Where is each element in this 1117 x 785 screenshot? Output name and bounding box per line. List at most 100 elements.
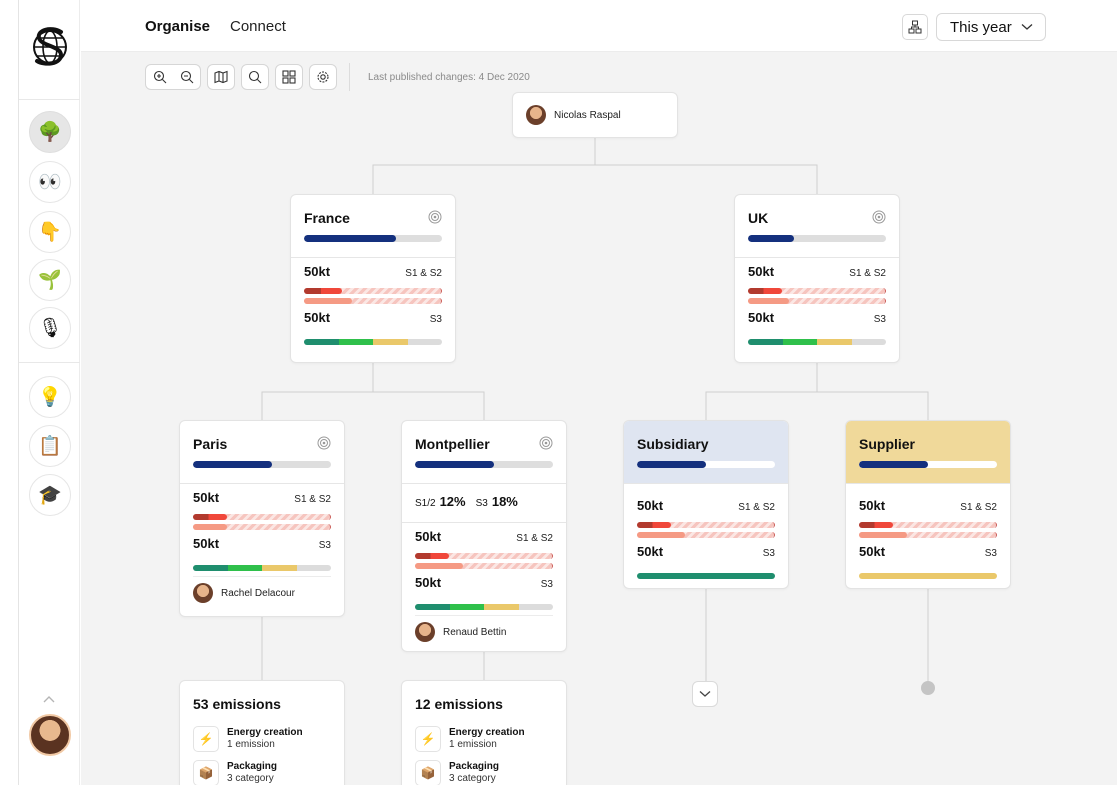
- s12-bar-actual: [748, 288, 886, 294]
- map-button[interactable]: [207, 64, 235, 90]
- ratio-s12-label: S1/2: [415, 498, 436, 509]
- hierarchy-button[interactable]: [902, 14, 928, 40]
- node-title: Supplier: [859, 436, 916, 452]
- progress-fill: [304, 235, 397, 242]
- tab-connect[interactable]: Connect: [230, 18, 286, 35]
- sidebar-pointing-down-icon[interactable]: 👇: [29, 211, 71, 253]
- item-sub: 3 category: [449, 773, 496, 784]
- emissions-summary: 50kt S1 & S2 50kt S3 Rachel Delacour: [180, 484, 344, 603]
- target-icon[interactable]: [539, 436, 553, 450]
- s3-value: 50kt: [859, 544, 886, 559]
- node-owner[interactable]: Rachel Delacour: [193, 577, 331, 603]
- node-card-uk[interactable]: UK 50kt S1 & S2 50kt S3: [734, 194, 900, 363]
- settings-button[interactable]: [309, 64, 337, 90]
- sidebar-clipboard-icon[interactable]: 📋: [29, 425, 71, 467]
- s3-label: S3: [540, 579, 553, 590]
- target-icon[interactable]: [317, 436, 331, 450]
- zoom-out-button[interactable]: [173, 65, 200, 89]
- sidebar: 🌳 👀 👇 🌱 🎙 💡 📋 🎓: [18, 0, 80, 785]
- user-avatar[interactable]: [29, 714, 71, 756]
- s12-value: 50kt: [748, 264, 775, 279]
- list-item[interactable]: ⚡ Energy creation 1 emission: [180, 722, 344, 756]
- sidebar-divider: [19, 99, 80, 100]
- card-header: Subsidiary: [624, 421, 788, 483]
- node-owner[interactable]: Renaud Bettin: [415, 616, 553, 642]
- ratio-s3-value: 18%: [491, 494, 518, 509]
- progress-fill: [748, 235, 794, 242]
- s3-value: 50kt: [415, 575, 442, 590]
- zoom-in-icon: [153, 70, 166, 84]
- globe-s-logo[interactable]: [31, 24, 69, 70]
- s12-value: 50kt: [415, 529, 442, 544]
- org-canvas[interactable]: Last published changes: 4 Dec 2020 Nicol…: [81, 52, 1117, 785]
- person-name: Nicolas Raspal: [554, 109, 621, 121]
- map-icon: [214, 70, 228, 84]
- node-title: France: [304, 210, 350, 226]
- s12-label: S1 & S2: [294, 494, 331, 505]
- sidebar-light-bulb-icon[interactable]: 💡: [29, 376, 71, 418]
- package-icon: 📦: [415, 760, 441, 785]
- expand-children-button[interactable]: [692, 681, 718, 707]
- lightning-icon: ⚡: [415, 726, 441, 752]
- list-item[interactable]: 📦 Packaging 3 category: [180, 756, 344, 785]
- list-item[interactable]: ⚡ Energy creation 1 emission: [402, 722, 566, 756]
- search-button[interactable]: [241, 64, 269, 90]
- sidebar-microphone-icon[interactable]: 🎙: [29, 307, 71, 349]
- s3-label: S3: [429, 314, 442, 325]
- sidebar-seedling-icon[interactable]: 🌱: [29, 259, 71, 301]
- zoom-controls: [145, 64, 201, 90]
- s12-label: S1 & S2: [738, 502, 775, 513]
- progress-bar: [859, 461, 997, 468]
- node-card-supplier[interactable]: Supplier 50kt S1 & S2 50kt S3: [845, 420, 1011, 589]
- chevron-down-icon: [1021, 24, 1033, 30]
- node-card-subsidiary[interactable]: Subsidiary 50kt S1 & S2 50kt S3: [623, 420, 789, 589]
- s3-bar: [637, 573, 775, 579]
- card-header: France: [291, 195, 455, 257]
- gear-icon: [317, 71, 329, 83]
- node-card-paris[interactable]: Paris 50kt S1 & S2 50kt S3 Rachel Delacour: [179, 420, 345, 617]
- node-title: Montpellier: [415, 436, 490, 452]
- sidebar-eyes-icon[interactable]: 👀: [29, 161, 71, 203]
- s12-bar-target: [748, 298, 886, 304]
- s12-bar-actual: [415, 553, 553, 559]
- emissions-list-paris[interactable]: 53 emissions ⚡ Energy creation 1 emission…: [179, 680, 345, 785]
- tab-organise[interactable]: Organise: [145, 18, 210, 35]
- microphone-icon: 🎙: [37, 318, 63, 339]
- target-icon[interactable]: [428, 210, 442, 224]
- s12-label: S1 & S2: [405, 268, 442, 279]
- item-name: Packaging: [449, 761, 500, 772]
- list-item[interactable]: 📦 Packaging 3 category: [402, 756, 566, 785]
- item-name: Energy creation: [227, 727, 303, 738]
- sidebar-tree-icon[interactable]: 🌳: [29, 111, 71, 153]
- progress-bar: [304, 235, 442, 242]
- lightning-icon: ⚡: [193, 726, 219, 752]
- s12-label: S1 & S2: [849, 268, 886, 279]
- chevron-up-icon[interactable]: [42, 694, 56, 704]
- item-sub: 1 emission: [449, 739, 497, 750]
- node-card-montpellier[interactable]: Montpellier S1/2 12% S3 18% 50kt S1 & S2 …: [401, 420, 567, 652]
- card-header: Supplier: [846, 421, 1010, 483]
- eyes-icon: 👀: [38, 172, 62, 193]
- s3-bar: [415, 604, 553, 610]
- period-select[interactable]: This year: [936, 13, 1046, 41]
- item-name: Packaging: [227, 761, 278, 772]
- sidebar-divider: [19, 362, 80, 363]
- ratio-s12-value: 12%: [439, 494, 466, 509]
- sidebar-graduation-cap-icon[interactable]: 🎓: [29, 474, 71, 516]
- package-icon: 📦: [193, 760, 219, 785]
- s3-value: 50kt: [637, 544, 664, 559]
- zoom-in-button[interactable]: [146, 65, 173, 89]
- emissions-list-montpellier[interactable]: 12 emissions ⚡ Energy creation 1 emission…: [401, 680, 567, 785]
- zoom-out-icon: [180, 70, 193, 84]
- s3-bar: [859, 573, 997, 579]
- target-icon[interactable]: [872, 210, 886, 224]
- root-person: Nicolas Raspal: [513, 93, 677, 137]
- reduction-ratios: S1/2 12% S3 18%: [402, 484, 566, 522]
- root-person-card[interactable]: Nicolas Raspal: [512, 92, 678, 138]
- grid-view-button[interactable]: [275, 64, 303, 90]
- avatar: [415, 622, 435, 642]
- node-card-france[interactable]: France 50kt S1 & S2 50kt S3: [290, 194, 456, 363]
- s3-value: 50kt: [748, 310, 775, 325]
- progress-bar: [637, 461, 775, 468]
- graduation-cap-icon: 🎓: [38, 485, 62, 506]
